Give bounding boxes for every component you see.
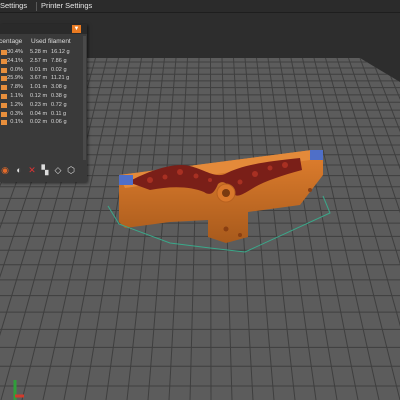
percentage-value: 1.1% [10,92,23,99]
weight-value: 3.08 g [51,84,67,91]
weight-value: 7.86 g [51,57,67,64]
color-swatch [1,85,7,91]
color-swatch [1,102,7,108]
tab-separator [36,2,37,11]
length-value: 0.23 m [30,101,48,108]
weight-value: 0.38 g [51,92,67,99]
percentage-value: 7.8% [10,84,23,91]
length-value: 0.12 m [30,92,48,99]
color-swatch [1,50,7,55]
weight-value: 0.02 g [51,66,67,73]
weight-value: 16.12 g [51,49,70,55]
legend-toolbar: ◉ ◐ ✕ ▚ ◇ ⬡ [0,164,87,178]
color-icon[interactable]: ◐ [14,164,24,176]
erase-icon[interactable]: ✕ [27,164,37,176]
weight-value: 0.72 g [51,101,67,108]
list-item: 0.0% 0.01 m 0.02 g [0,66,87,75]
list-item: 0.3% 0.04 m 0.11 g [0,110,87,119]
list-item: 30.4% 5.28 m 16.12 g [0,48,87,57]
length-value: 3.67 m [30,75,48,82]
percentage-value: 25.9% [7,75,23,82]
list-item: 1.2% 0.23 m 0.72 g [0,101,87,110]
shell-icon[interactable]: ◇ [53,164,63,176]
chevron-down-icon[interactable]: ▼ [72,25,81,33]
color-swatch [1,120,7,126]
percentage-value: 1.2% [10,101,23,108]
list-item: 24.1% 2.57 m 7.86 g [0,57,87,66]
length-value: 0.04 m [30,110,48,117]
column-header-used-filament: Used filament [31,38,71,45]
length-value: 0.02 m [30,119,48,126]
percentage-value: 0.3% [10,110,23,117]
color-swatch [1,111,7,117]
percentage-value: 30.4% [7,49,23,55]
list-item: 25.9% 3.67 m 11.21 g [0,74,87,83]
settings-tabbar: Settings Printer Settings [0,0,400,13]
length-value: 5.28 m [30,49,48,55]
layers-icon[interactable]: ◉ [0,164,10,176]
color-swatch [1,58,7,64]
color-swatch [1,93,7,99]
percentage-value: 0.0% [10,66,23,73]
checkered-icon[interactable]: ▚ [40,164,50,176]
weight-value: 11.21 g [51,75,70,82]
column-header-percentage: rcentage [0,38,23,45]
list-item: 0.1% 0.02 m 0.06 g [0,118,87,127]
color-swatch [1,67,7,73]
filament-legend-panel: ▼ rcentage Used filament 30.4% 5.28 m16.1… [0,24,87,182]
legend-header: ▼ [0,24,87,34]
weight-value: 0.11 g [51,110,67,117]
cube-icon[interactable]: ⬡ [66,164,76,176]
list-item: 7.8% 1.01 m 3.08 g [0,83,87,92]
filament-rows: 30.4% 5.28 m 16.12 g 24.1% 2.57 m 7.86 g 0.0% 0… [0,48,87,127]
tab-printer-settings[interactable]: Printer Settings [41,0,92,12]
tab-settings[interactable]: Settings [0,0,27,12]
weight-value: 0.06 g [51,119,67,126]
percentage-value: 0.1% [10,119,23,126]
length-value: 1.01 m [30,84,48,91]
percentage-value: 24.1% [7,57,23,64]
length-value: 0.01 m [30,66,48,73]
color-swatch [1,76,7,82]
length-value: 2.57 m [30,57,48,64]
list-item: 1.1% 0.12 m 0.38 g [0,92,87,101]
